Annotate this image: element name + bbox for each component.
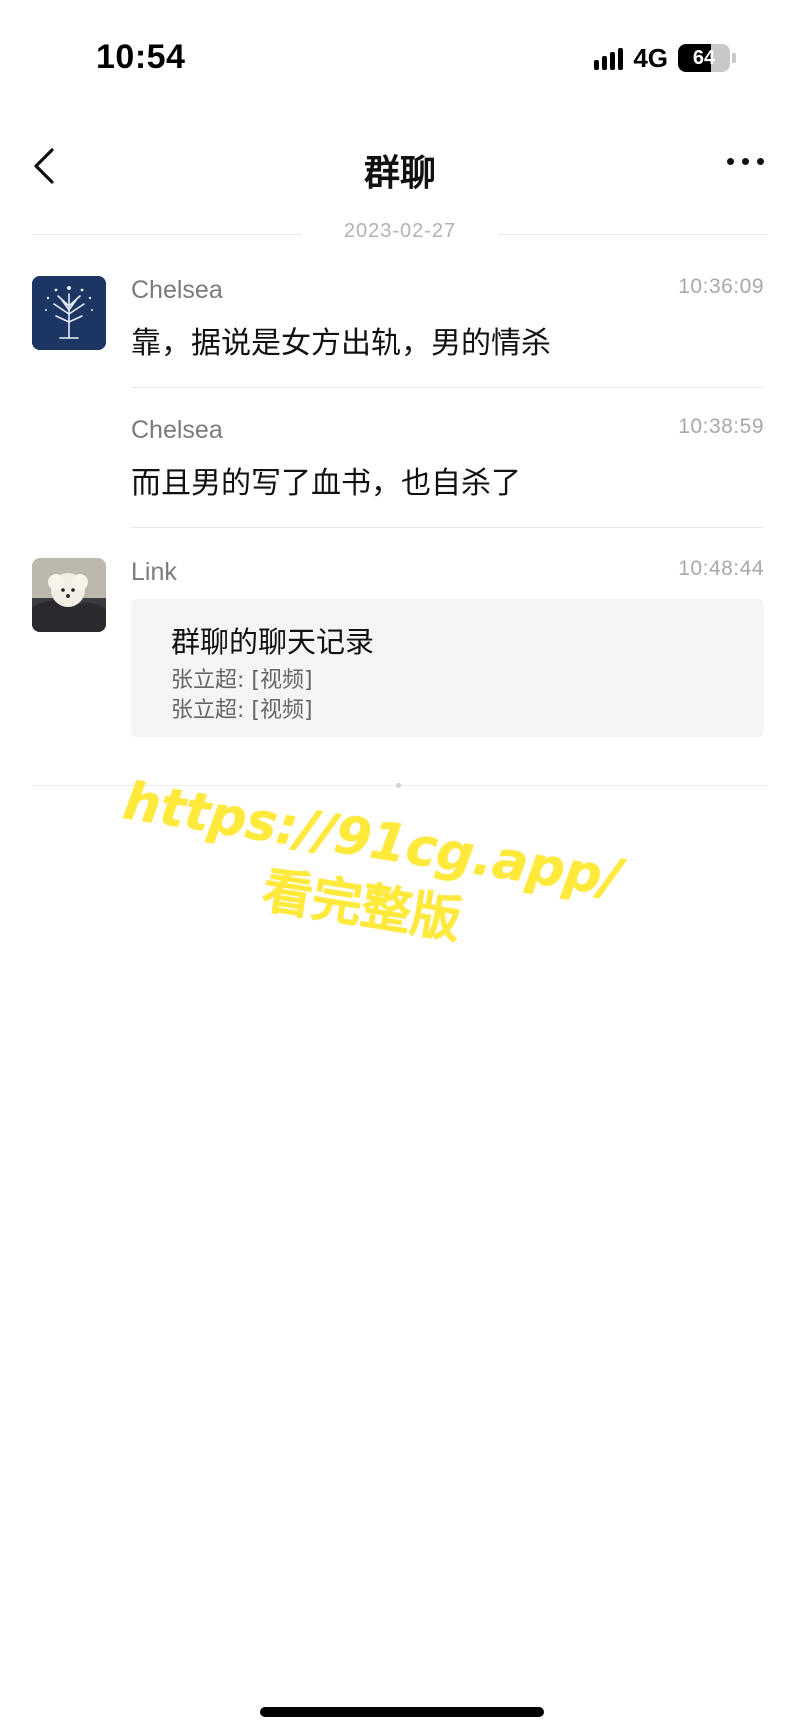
message-time: 10:38:59 <box>678 415 764 438</box>
message-text: 靠，据说是女方出轨，男的情杀 <box>131 326 551 361</box>
tree-avatar-icon <box>32 276 106 350</box>
status-indicators: 4G 64 <box>594 42 736 74</box>
more-horizontal-icon[interactable] <box>727 158 764 165</box>
sender-name: Link <box>131 558 177 586</box>
date-label: 2023-02-27 <box>343 220 457 242</box>
sender-name: Chelsea <box>131 416 223 444</box>
page-title: 群聊 <box>363 153 436 194</box>
home-indicator[interactable] <box>260 1707 544 1717</box>
sender-name: Chelsea <box>131 276 223 304</box>
message-time: 10:36:09 <box>678 275 764 298</box>
watermark: https://91cg.app/ 看完整版 <box>100 770 634 978</box>
message-text: 而且男的写了血书，也自杀了 <box>131 466 521 501</box>
record-line: 张立超: [视频] <box>171 668 313 693</box>
record-title: 群聊的聊天记录 <box>171 625 375 659</box>
battery-icon: 64 <box>678 44 730 72</box>
message-separator <box>131 527 764 528</box>
chat-screen: 10:54 4G 64 群聊 2023-02-27 Chelsea 10:36:… <box>0 0 800 1736</box>
chat-record-card[interactable]: 群聊的聊天记录 张立超: [视频] 张立超: [视频] <box>131 599 764 737</box>
battery-nub <box>732 53 736 63</box>
record-line: 张立超: [视频] <box>171 698 313 723</box>
date-divider: 2023-02-27 <box>32 220 768 250</box>
status-time: 10:54 <box>96 38 186 76</box>
message-separator <box>131 387 764 388</box>
message-time: 10:48:44 <box>678 557 764 580</box>
avatar[interactable] <box>32 276 106 350</box>
divider-dot <box>396 783 401 788</box>
dog-avatar-icon <box>32 558 106 632</box>
battery-level: 64 <box>692 46 716 69</box>
signal-icon <box>594 46 624 70</box>
network-label: 4G <box>633 42 668 73</box>
avatar[interactable] <box>32 558 106 632</box>
